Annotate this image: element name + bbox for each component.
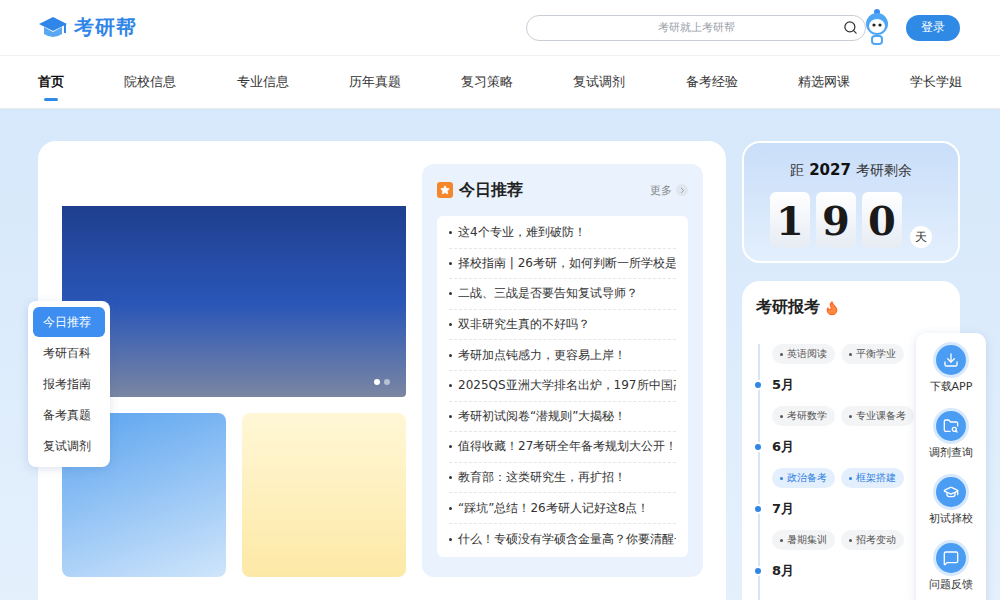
timeline-tag[interactable]: 招考变动	[841, 530, 904, 550]
timeline-tag[interactable]: 英语阅读	[772, 344, 835, 364]
recommend-item[interactable]: 教育部：这类研究生，再扩招！	[449, 463, 676, 494]
fire-icon	[824, 300, 840, 316]
bullet-icon	[449, 445, 452, 448]
nav-item[interactable]: 历年真题	[349, 67, 401, 97]
timeline-tag[interactable]: 考研数学	[772, 406, 835, 426]
side-menu: 今日推荐考研百科报考指南备考真题复试调剂	[28, 301, 110, 467]
recommend-item[interactable]: 二战、三战是否要告知复试导师？	[449, 279, 676, 310]
star-icon	[437, 182, 453, 198]
recommend-item[interactable]: 考研加点钝感力，更容易上岸！	[449, 340, 676, 371]
recommend-item[interactable]: “踩坑”总结！26考研人记好这8点！	[449, 493, 676, 524]
timeline-dot	[753, 504, 763, 514]
nav-item[interactable]: 院校信息	[124, 67, 176, 97]
timeline-dot	[753, 566, 763, 576]
bullet-icon	[449, 292, 452, 295]
banner-dot[interactable]	[374, 379, 380, 385]
nav-bar: 首页 院校信息 专业信息 历年真题 复习策略 复试调剂 备考经验 精选网课 学长学姐	[0, 55, 1000, 109]
promo-card[interactable]	[242, 413, 406, 577]
bullet-icon	[449, 384, 452, 387]
countdown-digits: 190天	[770, 192, 932, 248]
recommend-list: 这4个专业，难到破防！择校指南 | 26考研，如何判断一所学校是…二战、三战是否…	[437, 216, 688, 557]
timeline-tag[interactable]: 政治备考	[772, 468, 835, 488]
recommend-item[interactable]: 值得收藏！27考研全年备考规划大公开！	[449, 432, 676, 463]
nav-item[interactable]: 复习策略	[461, 67, 513, 97]
bullet-icon	[449, 476, 452, 479]
toolbar-item[interactable]: 下载APP	[930, 345, 973, 394]
recommend-title: 今日推荐	[459, 180, 523, 201]
toolbar-icon	[936, 411, 966, 441]
toolbar-icon	[936, 345, 966, 375]
recommend-header: 今日推荐 更多	[437, 178, 688, 202]
timeline-dot	[753, 442, 763, 452]
banner-dot[interactable]	[384, 379, 390, 385]
timeline-tag[interactable]: 平衡学业	[841, 344, 904, 364]
promo-row	[62, 413, 406, 577]
nav-item[interactable]: 学长学姐	[910, 67, 962, 97]
bullet-icon	[449, 507, 452, 510]
float-toolbar: 下载APP 调剂查询初试择校问题反馈	[916, 333, 986, 600]
search	[526, 15, 866, 41]
search-icon[interactable]	[843, 20, 858, 35]
countdown-unit: 天	[910, 226, 932, 248]
toolbar-item[interactable]: 问题反馈	[929, 543, 973, 592]
recommend-item[interactable]: 这4个专业，难到破防！	[449, 218, 676, 249]
timeline-tag[interactable]: 暑期集训	[772, 530, 835, 550]
search-input[interactable]	[526, 15, 866, 41]
header: 考研帮 登录	[0, 0, 1000, 55]
logo-icon	[38, 15, 68, 41]
side-menu-item[interactable]: 备考真题	[33, 400, 105, 430]
bullet-icon	[449, 262, 452, 265]
nav-item[interactable]: 精选网课	[798, 67, 850, 97]
timeline-dot	[753, 380, 763, 390]
chevron-right-icon	[676, 184, 688, 196]
side-menu-item[interactable]: 报考指南	[33, 369, 105, 399]
main-card: 今日推荐 更多这4个专业，难到破防！择校指南 | 26考研，如何判断一所学校是…二…	[38, 141, 726, 600]
page-body: 今日推荐 更多这4个专业，难到破防！择校指南 | 26考研，如何判断一所学校是…二…	[0, 109, 1000, 600]
bullet-icon	[449, 538, 452, 541]
toolbar-icon	[936, 543, 966, 573]
toolbar-item[interactable]: 调剂查询	[929, 411, 973, 460]
banner-dots	[374, 379, 390, 385]
bullet-icon	[449, 231, 452, 234]
recommend-item[interactable]: 考研初试阅卷“潜规则”大揭秘！	[449, 402, 676, 433]
timeline-tag[interactable]: 专业课备考	[841, 406, 914, 426]
countdown-card: 距2027考研剩余 190天	[742, 141, 960, 263]
bullet-icon	[449, 323, 452, 326]
recommend-panel: 今日推荐 更多这4个专业，难到破防！择校指南 | 26考研，如何判断一所学校是…二…	[422, 164, 703, 577]
nav-item[interactable]: 首页	[38, 67, 64, 97]
recommend-item[interactable]: 什么！专硕没有学硕含金量高？你要清醒一…	[449, 524, 676, 555]
more-link[interactable]: 更多	[650, 183, 688, 198]
banner[interactable]	[62, 175, 406, 397]
countdown-digit: 9	[816, 192, 856, 248]
promo-column	[62, 164, 406, 600]
report-title: 考研报考	[756, 297, 946, 318]
countdown-digit: 1	[770, 192, 810, 248]
recommend-item[interactable]: 2025QS亚洲大学排名出炉，197所中国高…	[449, 371, 676, 402]
bullet-icon	[449, 415, 452, 418]
login-button[interactable]: 登录	[906, 15, 960, 41]
side-menu-item[interactable]: 今日推荐	[33, 307, 105, 337]
toolbar-item[interactable]: 初试择校	[929, 477, 973, 526]
nav-item[interactable]: 备考经验	[686, 67, 738, 97]
nav-item[interactable]: 专业信息	[237, 67, 289, 97]
timeline-tag[interactable]: 框架搭建	[841, 468, 904, 488]
bullet-icon	[449, 354, 452, 357]
toolbar-icon	[936, 477, 966, 507]
logo-text: 考研帮	[74, 14, 137, 41]
countdown-title: 距2027考研剩余	[790, 161, 912, 180]
side-menu-item[interactable]: 考研百科	[33, 338, 105, 368]
countdown-digit: 0	[862, 192, 902, 248]
mascot-icon	[862, 8, 892, 48]
logo[interactable]: 考研帮	[38, 14, 137, 41]
side-menu-item[interactable]: 复试调剂	[33, 431, 105, 461]
recommend-item[interactable]: 双非研究生真的不好吗？	[449, 310, 676, 341]
recommend-item[interactable]: 择校指南 | 26考研，如何判断一所学校是…	[449, 249, 676, 280]
nav-item[interactable]: 复试调剂	[573, 67, 625, 97]
